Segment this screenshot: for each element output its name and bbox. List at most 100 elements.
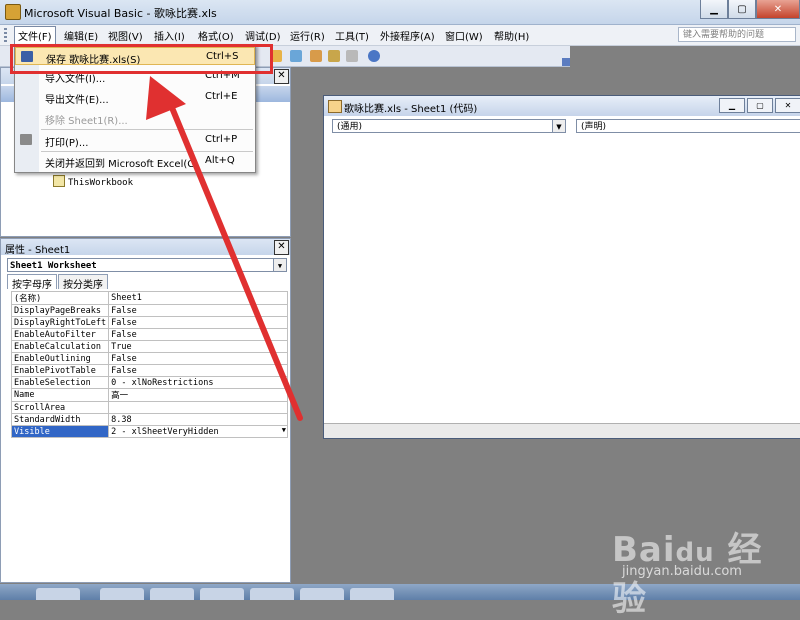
menu-item-print[interactable]: 打印(P)... Ctrl+P: [15, 131, 255, 149]
property-name: StandardWidth: [10, 413, 110, 426]
menu-tools[interactable]: 工具(T): [335, 28, 369, 43]
menu-item-label: 打印(P)...: [45, 138, 89, 149]
property-row[interactable]: EnableOutlining False: [10, 352, 288, 365]
tree-node-label: ThisWorkbook: [68, 178, 134, 188]
property-value[interactable]: True: [108, 340, 288, 353]
property-value[interactable]: [108, 401, 288, 414]
maximize-button[interactable]: ▢: [728, 0, 756, 19]
menubar-grip[interactable]: [4, 28, 7, 42]
properties-close-icon[interactable]: ✕: [274, 240, 289, 255]
vba-app-icon[interactable]: [5, 4, 21, 20]
taskbar-item[interactable]: [250, 588, 294, 600]
procedure-combo-value: (声明): [581, 122, 607, 132]
property-row[interactable]: EnableAutoFilter False: [10, 328, 288, 341]
close-button[interactable]: ✕: [756, 0, 800, 19]
property-row[interactable]: EnablePivotTable False: [10, 364, 288, 377]
minimize-button[interactable]: ▁: [700, 0, 728, 19]
taskbar-item[interactable]: [350, 588, 394, 600]
taskbar-item[interactable]: [300, 588, 344, 600]
toolbox-icon[interactable]: [346, 50, 358, 62]
property-row[interactable]: Name 高一: [10, 388, 288, 402]
code-window-titlebar: 歌咏比赛.xls - Sheet1 (代码) ▁ ▢ ✕: [324, 96, 800, 116]
chevron-down-icon[interactable]: ▼: [282, 426, 286, 434]
property-value[interactable]: 8.38: [108, 413, 288, 426]
code-close-button[interactable]: ✕: [775, 98, 800, 113]
property-name: EnablePivotTable: [10, 364, 110, 377]
property-value[interactable]: False: [108, 364, 288, 377]
menu-help[interactable]: 帮助(H): [494, 28, 529, 43]
properties-grid: (名称) Sheet1 DisplayPageBreaks False DisplayR…: [10, 291, 288, 438]
workbook-icon: [53, 175, 65, 187]
property-value[interactable]: False: [108, 316, 288, 329]
menu-format[interactable]: 格式(O): [198, 28, 234, 43]
window-controls: ▁ ▢ ✕: [700, 0, 800, 20]
property-value[interactable]: False: [108, 328, 288, 341]
property-value[interactable]: 0 - xlNoRestrictions: [108, 376, 288, 389]
menu-insert[interactable]: 插入(I): [154, 28, 185, 43]
property-name: ScrollArea: [10, 401, 110, 414]
procedure-combo[interactable]: (声明): [576, 119, 800, 133]
object-select[interactable]: Sheet1 Worksheet ▼: [7, 258, 287, 272]
properties-tabs: 按字母序 按分类序: [7, 274, 109, 291]
chevron-down-icon[interactable]: ▼: [273, 259, 286, 271]
object-browser-icon[interactable]: [328, 50, 340, 62]
project-explorer-icon[interactable]: [290, 50, 302, 62]
menu-separator: [41, 129, 253, 130]
object-combo[interactable]: (通用) ▼: [332, 119, 566, 133]
annotation-highlight-box: [10, 44, 273, 74]
menu-run[interactable]: 运行(R): [290, 28, 325, 43]
menu-file[interactable]: 文件(F): [14, 26, 56, 45]
project-pane-close-icon[interactable]: ✕: [274, 69, 289, 84]
property-row[interactable]: Visible 2 - xlSheetVeryHidden ▼: [10, 425, 288, 438]
property-row[interactable]: EnableCalculation True: [10, 340, 288, 353]
code-window: 歌咏比赛.xls - Sheet1 (代码) ▁ ▢ ✕ (通用) ▼ (声明): [323, 95, 800, 439]
menu-debug[interactable]: 调试(D): [245, 28, 281, 43]
tab-categorized[interactable]: 按分类序: [58, 274, 108, 291]
properties-pane: 属性 - Sheet1 ✕ Sheet1 Worksheet ▼ 按字母序 按分…: [0, 238, 291, 583]
property-name: DisplayPageBreaks: [10, 304, 110, 317]
toolbar-options-icon[interactable]: [562, 58, 570, 66]
property-value[interactable]: 2 - xlSheetVeryHidden ▼: [108, 425, 288, 438]
code-window-icon: [328, 100, 342, 113]
chevron-down-icon[interactable]: ▼: [552, 120, 565, 132]
tree-node-thisworkbook[interactable]: ThisWorkbook: [53, 175, 133, 188]
watermark-url: jingyan.baidu.com: [622, 564, 742, 579]
code-restore-button[interactable]: ▢: [747, 98, 773, 113]
menu-item-shortcut: Ctrl+P: [205, 134, 238, 145]
code-minimize-button[interactable]: ▁: [719, 98, 745, 113]
menu-window[interactable]: 窗口(W): [445, 28, 483, 43]
code-window-title: 歌咏比赛.xls - Sheet1 (代码): [344, 104, 478, 115]
taskbar-item[interactable]: [100, 588, 144, 600]
help-icon[interactable]: [368, 50, 380, 62]
property-value[interactable]: False: [108, 352, 288, 365]
window-title: Microsoft Visual Basic - 歌咏比赛.xls: [24, 7, 217, 20]
menu-item-export[interactable]: 导出文件(E)... Ctrl+E: [15, 88, 255, 106]
object-combo-value: (通用): [337, 122, 363, 132]
taskbar-item[interactable]: [36, 588, 80, 600]
property-row[interactable]: DisplayPageBreaks False: [10, 304, 288, 317]
property-row[interactable]: DisplayRightToLeft False: [10, 316, 288, 329]
menu-edit[interactable]: 编辑(E): [64, 28, 98, 43]
menu-view[interactable]: 视图(V): [108, 28, 143, 43]
code-horizontal-scrollbar[interactable]: [324, 423, 800, 438]
property-row[interactable]: StandardWidth 8.38: [10, 413, 288, 426]
property-row[interactable]: ScrollArea: [10, 401, 288, 414]
menu-item-label: 导出文件(E)...: [45, 95, 109, 106]
property-row[interactable]: EnableSelection 0 - xlNoRestrictions: [10, 376, 288, 389]
menu-addins[interactable]: 外接程序(A): [380, 28, 435, 43]
menu-item-close-return[interactable]: 关闭并返回到 Microsoft Excel(C) Alt+Q: [15, 152, 255, 170]
tab-alphabetic[interactable]: 按字母序: [7, 274, 57, 291]
property-value[interactable]: Sheet1: [108, 291, 288, 305]
property-row[interactable]: (名称) Sheet1: [10, 291, 288, 305]
property-value[interactable]: False: [108, 304, 288, 317]
property-name: (名称): [10, 291, 110, 305]
property-name: EnableCalculation: [10, 340, 110, 353]
property-name: EnableOutlining: [10, 352, 110, 365]
taskbar-item[interactable]: [200, 588, 244, 600]
menu-item-shortcut: Ctrl+E: [205, 91, 238, 102]
property-value[interactable]: 高一: [108, 388, 288, 402]
properties-icon[interactable]: [310, 50, 322, 62]
help-search-input[interactable]: 键入需要帮助的问题: [678, 27, 796, 42]
taskbar-item[interactable]: [150, 588, 194, 600]
title-bar: Microsoft Visual Basic - 歌咏比赛.xls ▁ ▢ ✕: [0, 0, 800, 25]
